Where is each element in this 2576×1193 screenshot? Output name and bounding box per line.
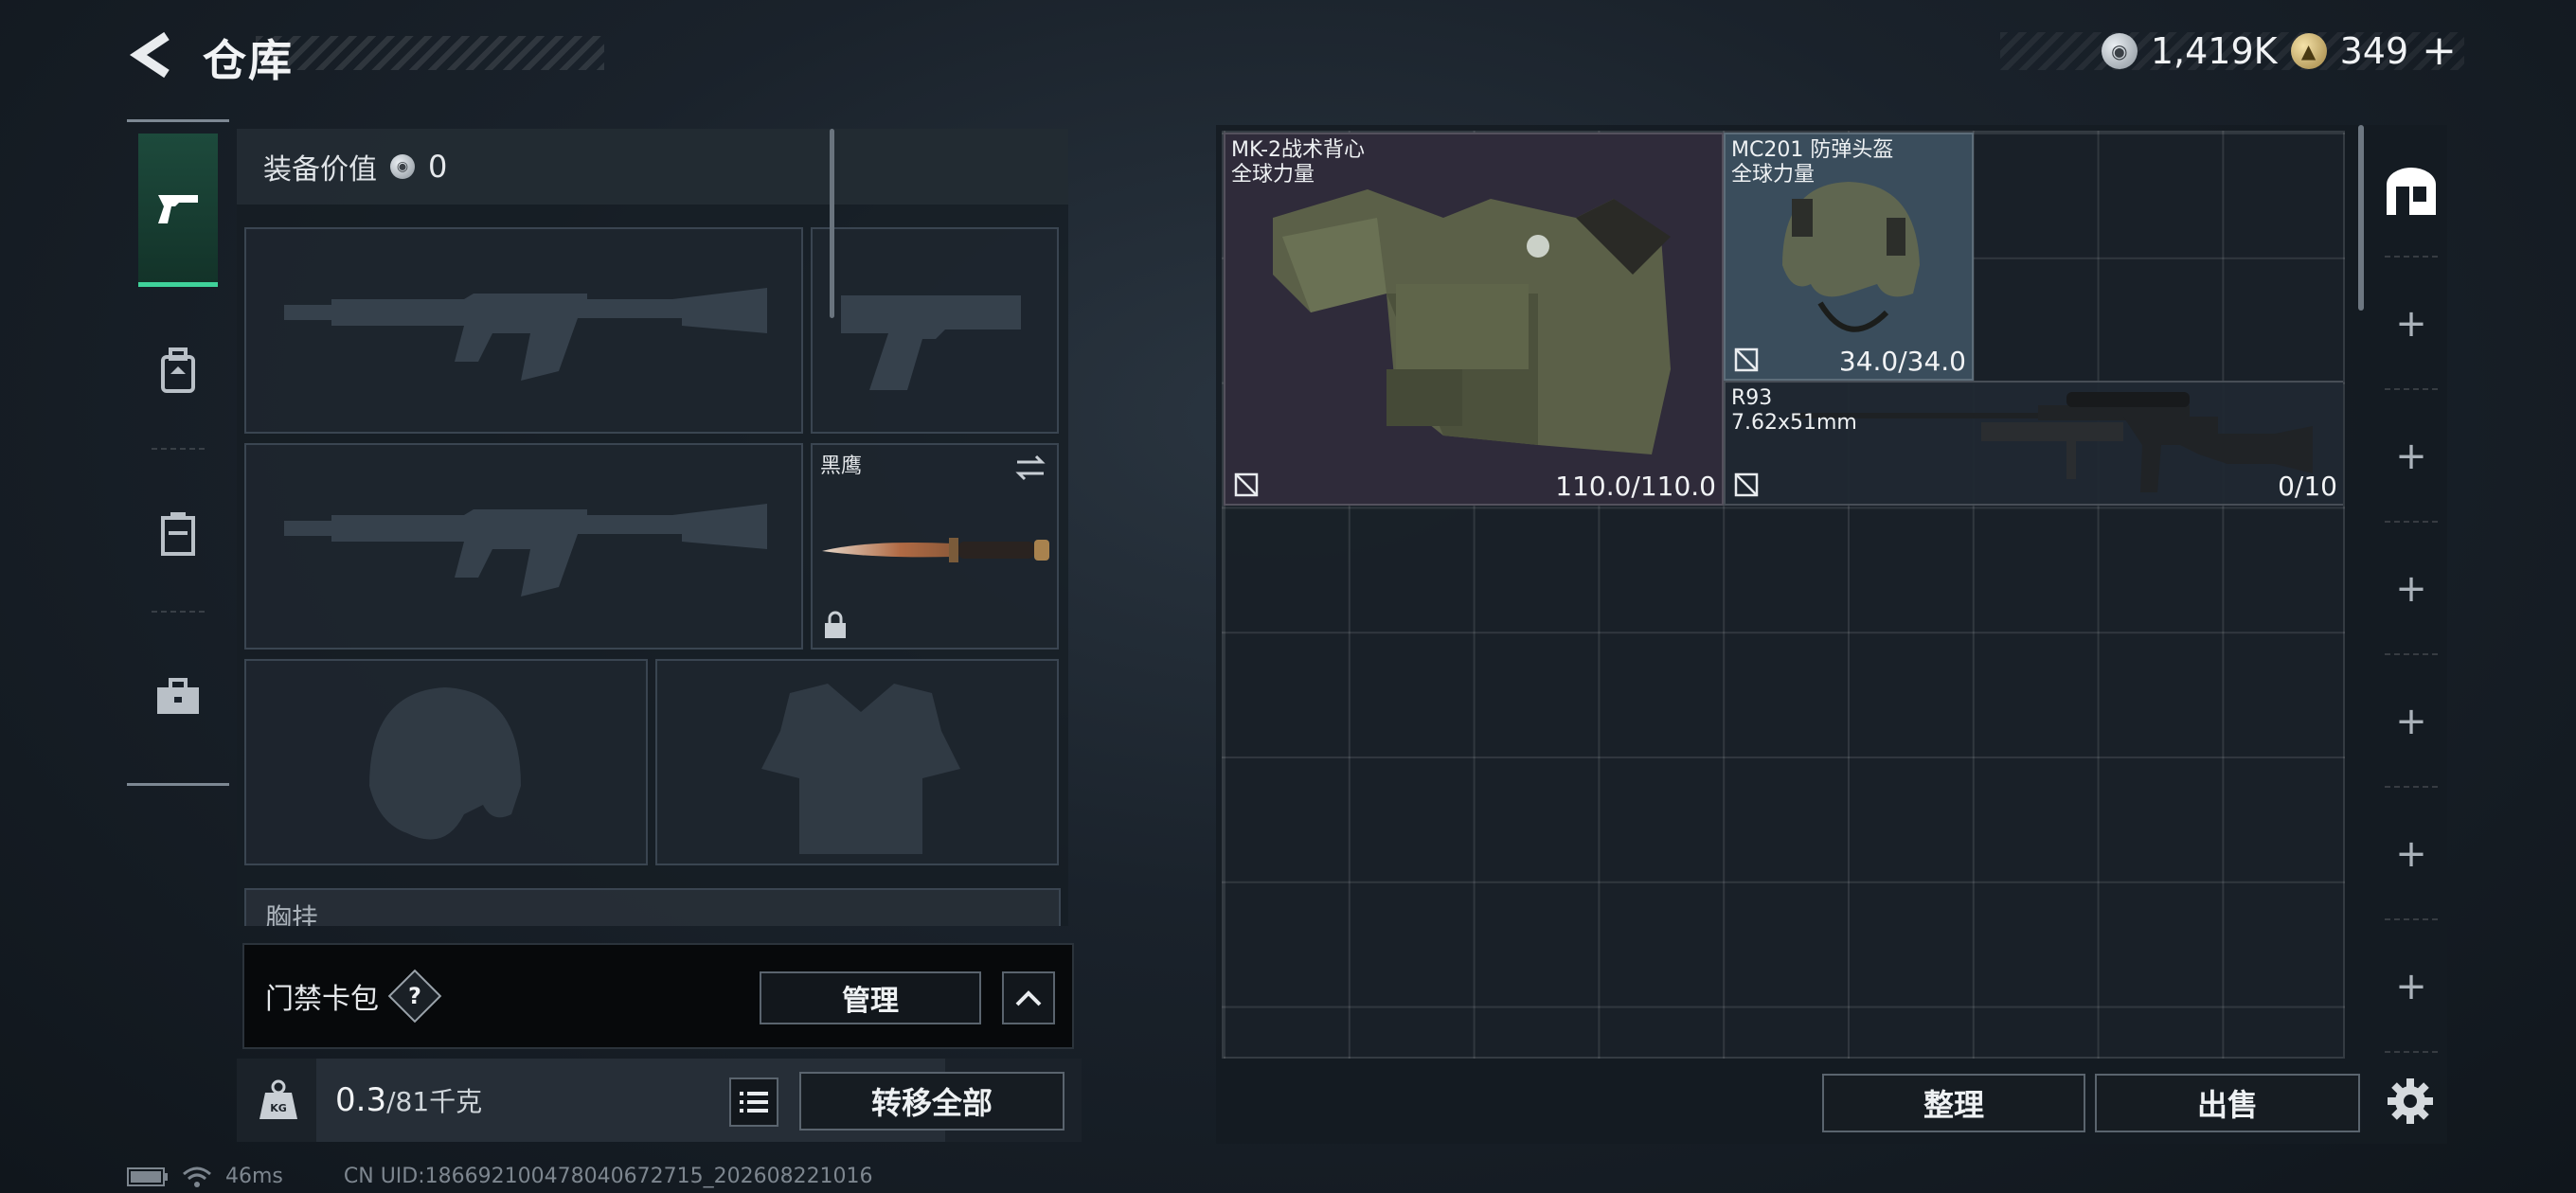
sell-button[interactable]: 出售	[2095, 1074, 2360, 1132]
ping-value: 46ms	[225, 1165, 283, 1188]
pistol-silhouette-icon	[841, 295, 1021, 390]
silver-coin-icon: ◉	[390, 154, 415, 179]
briefcase-icon	[157, 678, 199, 714]
max-weight: /81千克	[386, 1086, 483, 1117]
storage-item-vest[interactable]: MK-2战术背心 全球力量 110.0/110.0	[1224, 133, 1724, 506]
currency-bar: ◉ 1,419K ▲ 349 +	[2000, 30, 2464, 72]
item-name: R93 7.62x51mm	[1731, 386, 1857, 435]
equipment-panel: 装备价值 ◉ 0 黑鹰 胸挂	[237, 129, 1068, 926]
equipment-value-label: 装备价值	[263, 153, 377, 187]
tab-case[interactable]	[138, 620, 218, 774]
storage-grid[interactable]: MK-2战术背心 全球力量 110.0/110.0 MC201 防弹头盔 全球力…	[1222, 131, 2345, 1059]
swap-icon	[1015, 454, 1046, 481]
battery-icon	[127, 1166, 168, 1186]
item-durability: 0/10	[2278, 471, 2337, 502]
gold-coin-icon: ▲	[2290, 33, 2327, 69]
wifi-icon	[183, 1166, 211, 1187]
backpack-icon	[161, 347, 195, 393]
clipboard-icon	[161, 512, 195, 556]
lock-icon	[825, 611, 846, 638]
item-durability: 34.0/34.0	[1838, 346, 1966, 377]
rifle-silhouette-icon	[284, 504, 767, 596]
equipment-scrollbar[interactable]	[830, 129, 834, 318]
add-storage-tab-button[interactable]: +	[2377, 390, 2445, 523]
list-view-button[interactable]	[729, 1077, 778, 1127]
item-durability: 110.0/110.0	[1555, 471, 1716, 502]
title-decoration	[256, 36, 604, 70]
ballistic-helmet-image	[1782, 182, 1920, 332]
primary-weapon-slot-1[interactable]	[244, 227, 803, 434]
sort-button[interactable]: 整理	[1822, 1074, 2085, 1132]
gear-icon	[2388, 1078, 2433, 1124]
pistol-icon	[158, 194, 198, 223]
current-weight: 0.3	[335, 1081, 387, 1119]
storage-tab-main[interactable]	[2377, 125, 2445, 258]
settings-button[interactable]	[2381, 1072, 2440, 1131]
primary-weapon-slot-2[interactable]	[244, 443, 803, 650]
collapse-button[interactable]	[1002, 971, 1055, 1024]
list-icon	[740, 1092, 768, 1113]
tab-backpack[interactable]	[138, 294, 218, 450]
equipment-value-header: 装备价值 ◉ 0	[237, 129, 1068, 205]
storage-item-helmet[interactable]: MC201 防弹头盔 全球力量 34.0/34.0	[1724, 133, 1974, 381]
silver-coin-icon: ◉	[2101, 33, 2138, 69]
melee-item-name: 黑鹰	[820, 454, 863, 478]
tab-vest[interactable]	[138, 457, 218, 613]
kg-label: KG	[270, 1102, 287, 1114]
tab-weapons[interactable]	[138, 134, 218, 287]
add-currency-button[interactable]: +	[2422, 30, 2457, 72]
page-title: 仓库	[203, 35, 294, 86]
add-storage-tab-button[interactable]: +	[2377, 788, 2445, 920]
body-armor-slot[interactable]	[655, 659, 1059, 865]
capacity-bar: KG 0.3 /81千克 转移全部	[237, 1059, 1082, 1142]
add-storage-tab-button[interactable]: +	[2377, 523, 2445, 655]
sidearm-slot[interactable]	[811, 227, 1059, 434]
add-storage-tab-button[interactable]: +	[2377, 655, 2445, 788]
helmet-silhouette-icon	[369, 687, 521, 840]
gold-currency-value: 349	[2339, 30, 2409, 72]
transfer-all-button[interactable]: 转移全部	[799, 1072, 1064, 1131]
melee-slot[interactable]: 黑鹰	[811, 443, 1059, 650]
storage-item-rifle[interactable]: R93 7.62x51mm 0/10	[1724, 381, 2343, 506]
back-button[interactable]	[125, 28, 178, 81]
no-insurance-icon	[1734, 472, 1759, 497]
helmet-slot[interactable]	[244, 659, 648, 865]
item-name: MC201 防弹头盔 全球力量	[1731, 138, 1894, 187]
storage-tab-column: + + + + + +	[2377, 125, 2445, 1053]
chest-rig-slot[interactable]: 胸挂	[244, 888, 1061, 926]
status-line: 46ms CN UID:186692100478040672715_202608…	[127, 1165, 873, 1188]
armor-silhouette-icon	[761, 684, 960, 854]
card-pack-label: 门禁卡包	[265, 983, 379, 1016]
storage-panel: MK-2战术背心 全球力量 110.0/110.0 MC201 防弹头盔 全球力…	[1216, 125, 2447, 1144]
silver-currency-value: 1,419K	[2150, 30, 2278, 72]
back-arrow-icon	[129, 31, 170, 79]
equipment-value: 0	[428, 149, 448, 185]
knife-icon	[822, 538, 1049, 562]
storage-box-icon	[2387, 168, 2436, 215]
weight-icon: KG	[259, 1079, 297, 1119]
no-insurance-icon	[1734, 347, 1759, 372]
tactical-vest-image	[1273, 189, 1671, 454]
sniper-rifle-image	[1792, 392, 2313, 492]
rifle-silhouette-icon	[284, 288, 767, 381]
storage-scrollbar[interactable]	[2358, 125, 2364, 311]
uid-text: CN UID:186692100478040672715_20260822101…	[343, 1165, 873, 1188]
chevron-up-icon	[1015, 990, 1042, 1006]
access-card-pack: 门禁卡包 ? 管理	[242, 943, 1074, 1049]
item-name: MK-2战术背心 全球力量	[1231, 138, 1366, 187]
chest-rig-label: 胸挂	[265, 902, 319, 926]
add-storage-tab-button[interactable]: +	[2377, 258, 2445, 390]
category-rail	[127, 119, 229, 786]
add-storage-tab-button[interactable]: +	[2377, 920, 2445, 1053]
no-insurance-icon	[1234, 472, 1259, 497]
manage-button[interactable]: 管理	[760, 971, 981, 1024]
help-icon[interactable]: ?	[387, 969, 442, 1024]
